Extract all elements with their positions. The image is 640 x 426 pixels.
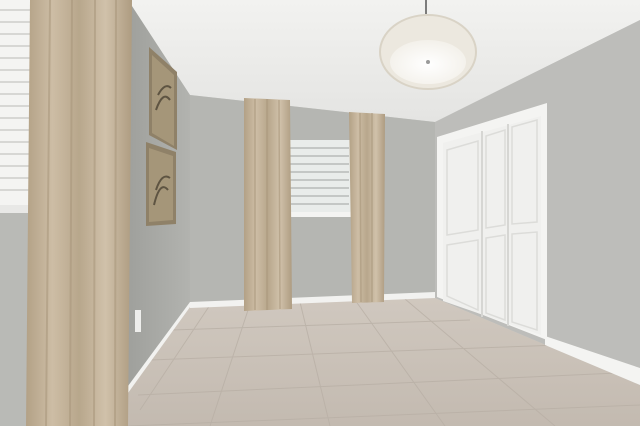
room-scene [0, 0, 640, 426]
closet-door [437, 103, 547, 340]
back-window [286, 140, 351, 217]
back-curtain-right [349, 112, 385, 303]
left-curtain [26, 0, 132, 426]
back-curtain-left [244, 98, 292, 311]
wall-outlet [135, 310, 141, 332]
room-illustration [0, 0, 640, 426]
wall-art-bottom [146, 142, 176, 226]
